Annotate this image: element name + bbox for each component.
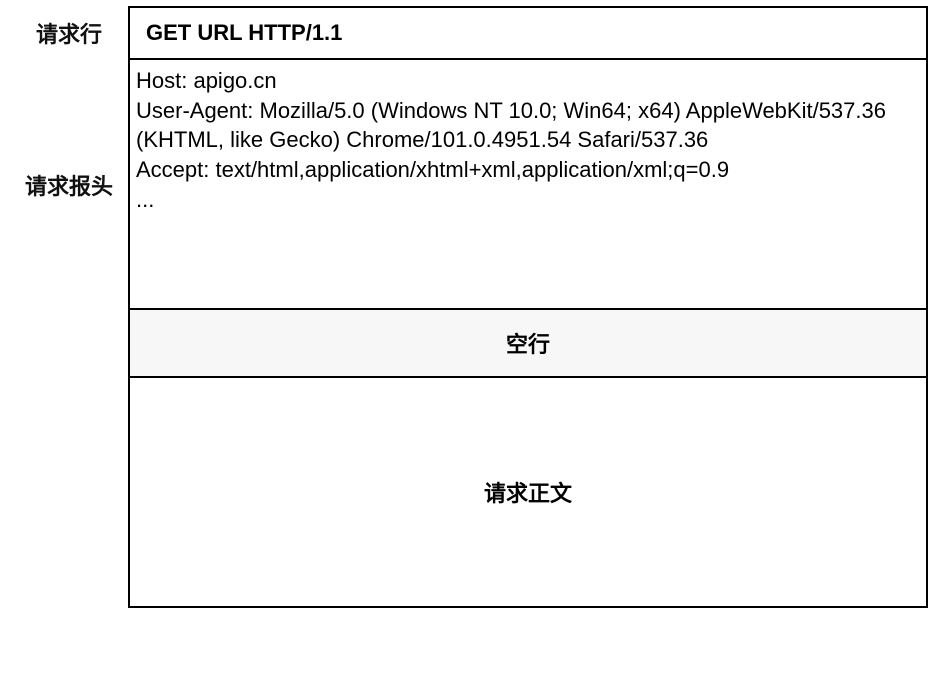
label-request-headers: 请求报头 (10, 60, 128, 310)
spacer-empty-line (10, 310, 128, 378)
request-body-content: 请求正文 (484, 476, 572, 508)
spacer-body (10, 378, 128, 608)
box-request-body: 请求正文 (128, 378, 928, 608)
box-empty-line: 空行 (128, 310, 928, 378)
empty-line-content: 空行 (506, 327, 550, 359)
http-request-diagram: 请求行 GET URL HTTP/1.1 请求报头 Host: apigo.cn… (0, 0, 938, 618)
label-request-line: 请求行 (10, 6, 128, 60)
request-line-content: GET URL HTTP/1.1 (146, 20, 342, 46)
box-request-headers: Host: apigo.cn User-Agent: Mozilla/5.0 (… (128, 60, 928, 310)
box-request-line: GET URL HTTP/1.1 (128, 6, 928, 60)
